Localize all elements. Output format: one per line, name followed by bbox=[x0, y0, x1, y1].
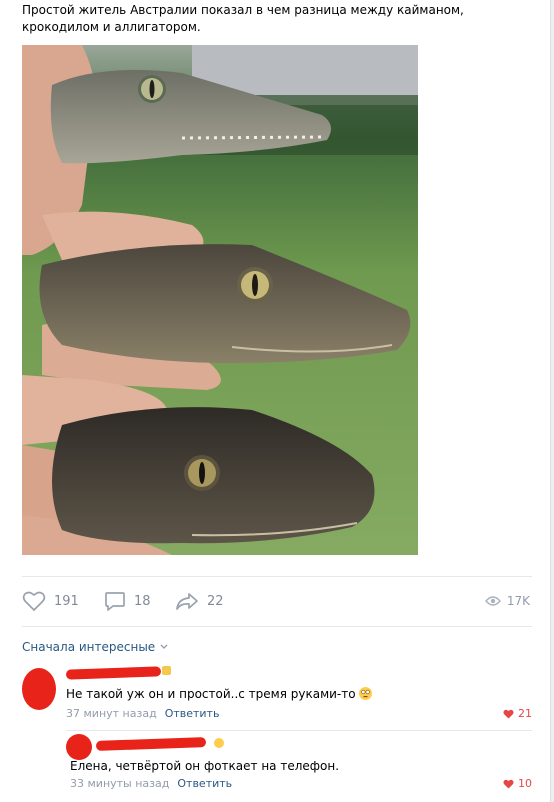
comment-like-button[interactable]: 10 bbox=[503, 777, 532, 790]
views-count: 17K bbox=[506, 594, 530, 608]
chevron-down-icon bbox=[160, 644, 168, 649]
reply-button[interactable]: Ответить bbox=[177, 777, 232, 790]
comment-meta: 33 минуты назад Ответить bbox=[70, 777, 232, 790]
comment-like-button[interactable]: 21 bbox=[503, 707, 532, 720]
reply-button[interactable]: Ответить bbox=[165, 707, 220, 720]
comment-text: Не такой уж он и простой..с тремя руками… bbox=[66, 687, 372, 701]
heart-filled-icon bbox=[503, 709, 514, 719]
comment-count: 18 bbox=[134, 593, 151, 609]
avatar[interactable] bbox=[66, 734, 92, 760]
comment-like-count: 21 bbox=[518, 707, 532, 720]
comment-item: Елена, четвёртой он фоткает на телефон. … bbox=[66, 734, 532, 796]
emoji-icon bbox=[214, 738, 224, 748]
redacted-author-name[interactable] bbox=[95, 737, 207, 751]
flushed-emoji-icon bbox=[358, 687, 372, 700]
like-button[interactable]: 191 bbox=[22, 590, 79, 612]
comment-time[interactable]: 33 минуты назад bbox=[70, 777, 169, 790]
divider bbox=[22, 576, 532, 577]
post-card: Простой житель Австралии показал в чем р… bbox=[0, 0, 551, 802]
share-button[interactable]: 22 bbox=[175, 590, 224, 612]
like-count: 191 bbox=[54, 593, 79, 609]
hand-emoji-icon bbox=[162, 666, 171, 675]
heart-filled-icon bbox=[503, 779, 514, 789]
comment-meta: 37 минут назад Ответить bbox=[66, 707, 219, 720]
comments-sort-label: Сначала интересные bbox=[22, 640, 156, 654]
comments-sort-dropdown[interactable]: Сначала интересные bbox=[22, 640, 168, 654]
heart-icon bbox=[22, 591, 46, 612]
comment-item: Не такой уж он и простой..с тремя руками… bbox=[22, 664, 532, 724]
comment-text: Елена, четвёртой он фоткает на телефон. bbox=[70, 759, 340, 773]
crocodile-photo-illustration bbox=[22, 45, 418, 555]
comment-time[interactable]: 37 минут назад bbox=[66, 707, 157, 720]
post-photo[interactable] bbox=[22, 45, 418, 555]
divider bbox=[66, 730, 532, 731]
redacted-author-name[interactable] bbox=[65, 666, 162, 680]
comment-button[interactable]: 18 bbox=[104, 590, 151, 612]
share-count: 22 bbox=[207, 593, 224, 609]
share-icon bbox=[176, 593, 198, 610]
comment-like-count: 10 bbox=[518, 777, 532, 790]
eye-icon bbox=[484, 596, 501, 606]
avatar[interactable] bbox=[22, 668, 56, 710]
post-text: Простой житель Австралии показал в чем р… bbox=[22, 3, 464, 34]
divider bbox=[22, 626, 532, 627]
views-counter: 17K bbox=[484, 594, 530, 608]
comment-icon bbox=[105, 592, 125, 611]
